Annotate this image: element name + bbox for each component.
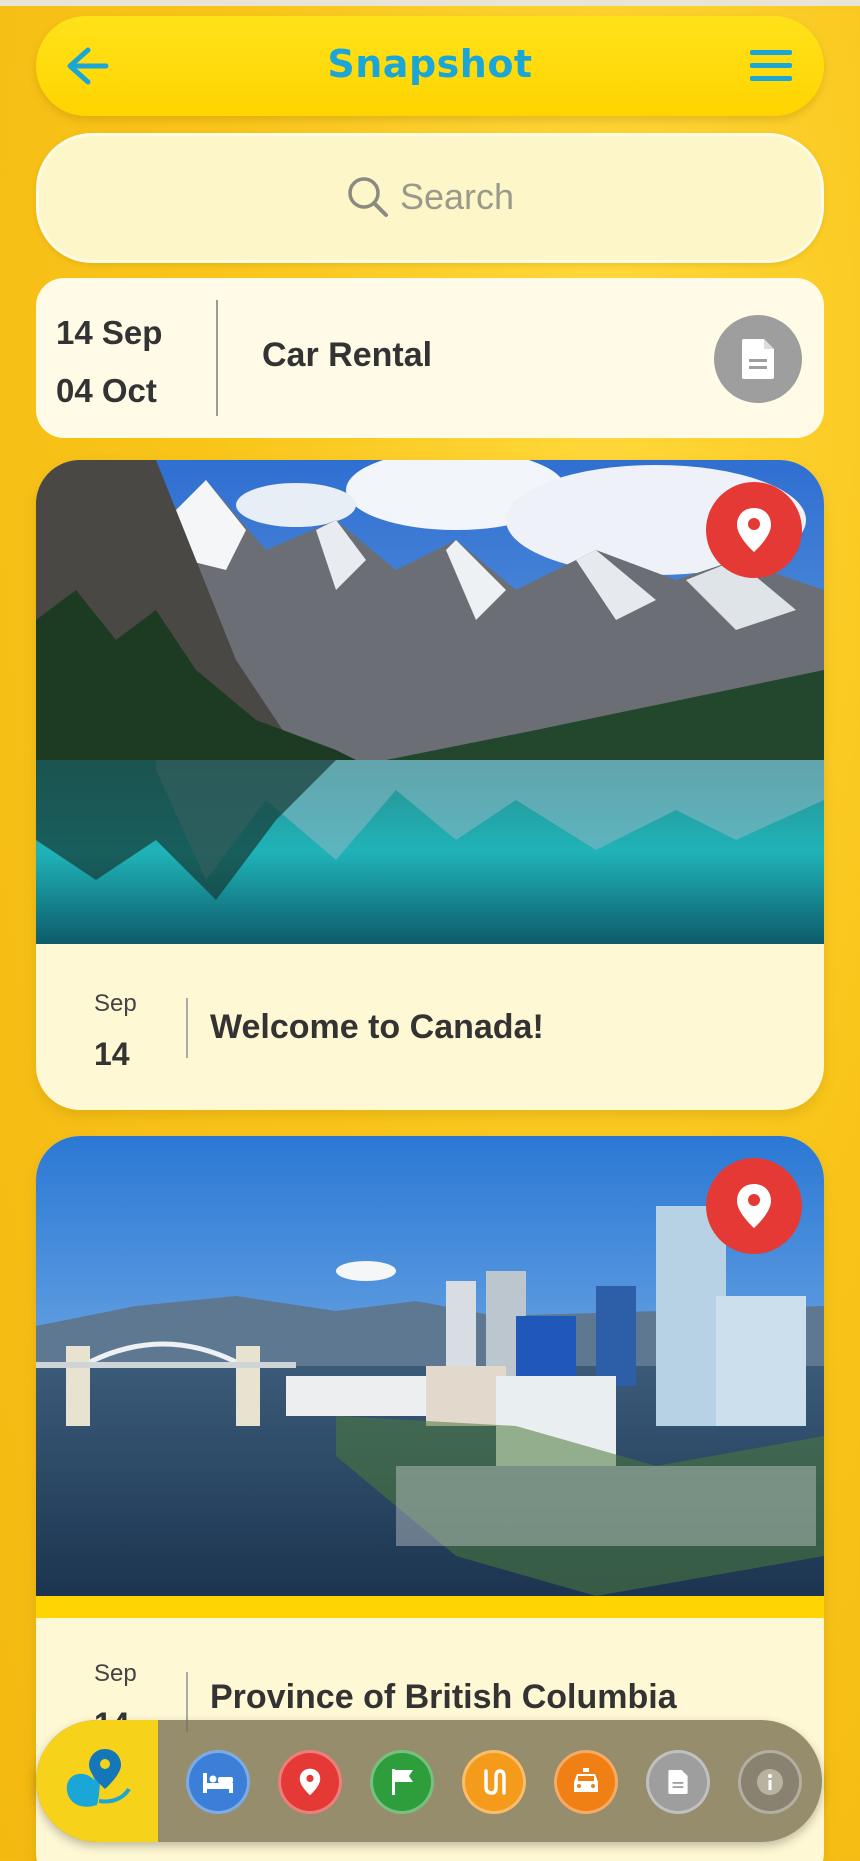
info-icon	[757, 1769, 783, 1795]
document-icon	[668, 1770, 688, 1794]
location-pin-icon	[737, 1184, 771, 1228]
flag-icon	[392, 1769, 413, 1795]
card-day: 14	[94, 1036, 130, 1072]
activities-button[interactable]	[370, 1750, 434, 1814]
location-pin-icon	[299, 1768, 321, 1796]
status-strip	[0, 0, 860, 6]
rental-label: Car Rental	[262, 336, 433, 374]
car-icon	[574, 1768, 598, 1792]
app-header: Snapshot	[36, 16, 824, 116]
rental-start-date: 14 Sep	[56, 314, 163, 351]
location-pin-button[interactable]	[706, 1158, 802, 1254]
document-button[interactable]	[714, 315, 802, 403]
info-button[interactable]	[738, 1750, 802, 1814]
bed-icon	[203, 1773, 233, 1793]
search-icon	[348, 177, 388, 217]
rental-end-date: 04 Oct	[56, 372, 157, 409]
routes-button[interactable]	[462, 1750, 526, 1814]
card-title: Welcome to Canada!	[210, 1008, 544, 1046]
document-icon	[742, 339, 774, 379]
app-logo[interactable]	[36, 1720, 158, 1842]
card-month: Sep	[94, 1660, 137, 1687]
hamburger-menu-icon[interactable]	[750, 48, 792, 84]
transport-button[interactable]	[554, 1750, 618, 1814]
search-bar[interactable]: Search	[36, 133, 824, 263]
route-icon	[484, 1769, 506, 1795]
card-divider-strip	[36, 1596, 824, 1618]
card-title: Province of British Columbia	[210, 1678, 677, 1716]
butterfly-pin-logo-icon	[66, 1749, 131, 1807]
car-rental-card[interactable]: 14 Sep 04 Oct Car Rental	[36, 278, 824, 438]
search-placeholder: Search	[399, 176, 515, 217]
page-title: Snapshot	[327, 42, 533, 86]
rental-dates: 14 Sep 04 Oct	[56, 304, 162, 420]
snapshot-card[interactable]: Sep 14 Welcome to Canada!	[36, 460, 824, 1110]
card-month: Sep	[94, 990, 137, 1017]
places-button[interactable]	[278, 1750, 342, 1814]
documents-button[interactable]	[646, 1750, 710, 1814]
stay-button[interactable]	[186, 1750, 250, 1814]
location-pin-button[interactable]	[706, 482, 802, 578]
bottom-dock	[36, 1720, 822, 1842]
location-pin-icon	[737, 508, 771, 552]
divider	[216, 300, 218, 416]
divider	[186, 998, 188, 1058]
